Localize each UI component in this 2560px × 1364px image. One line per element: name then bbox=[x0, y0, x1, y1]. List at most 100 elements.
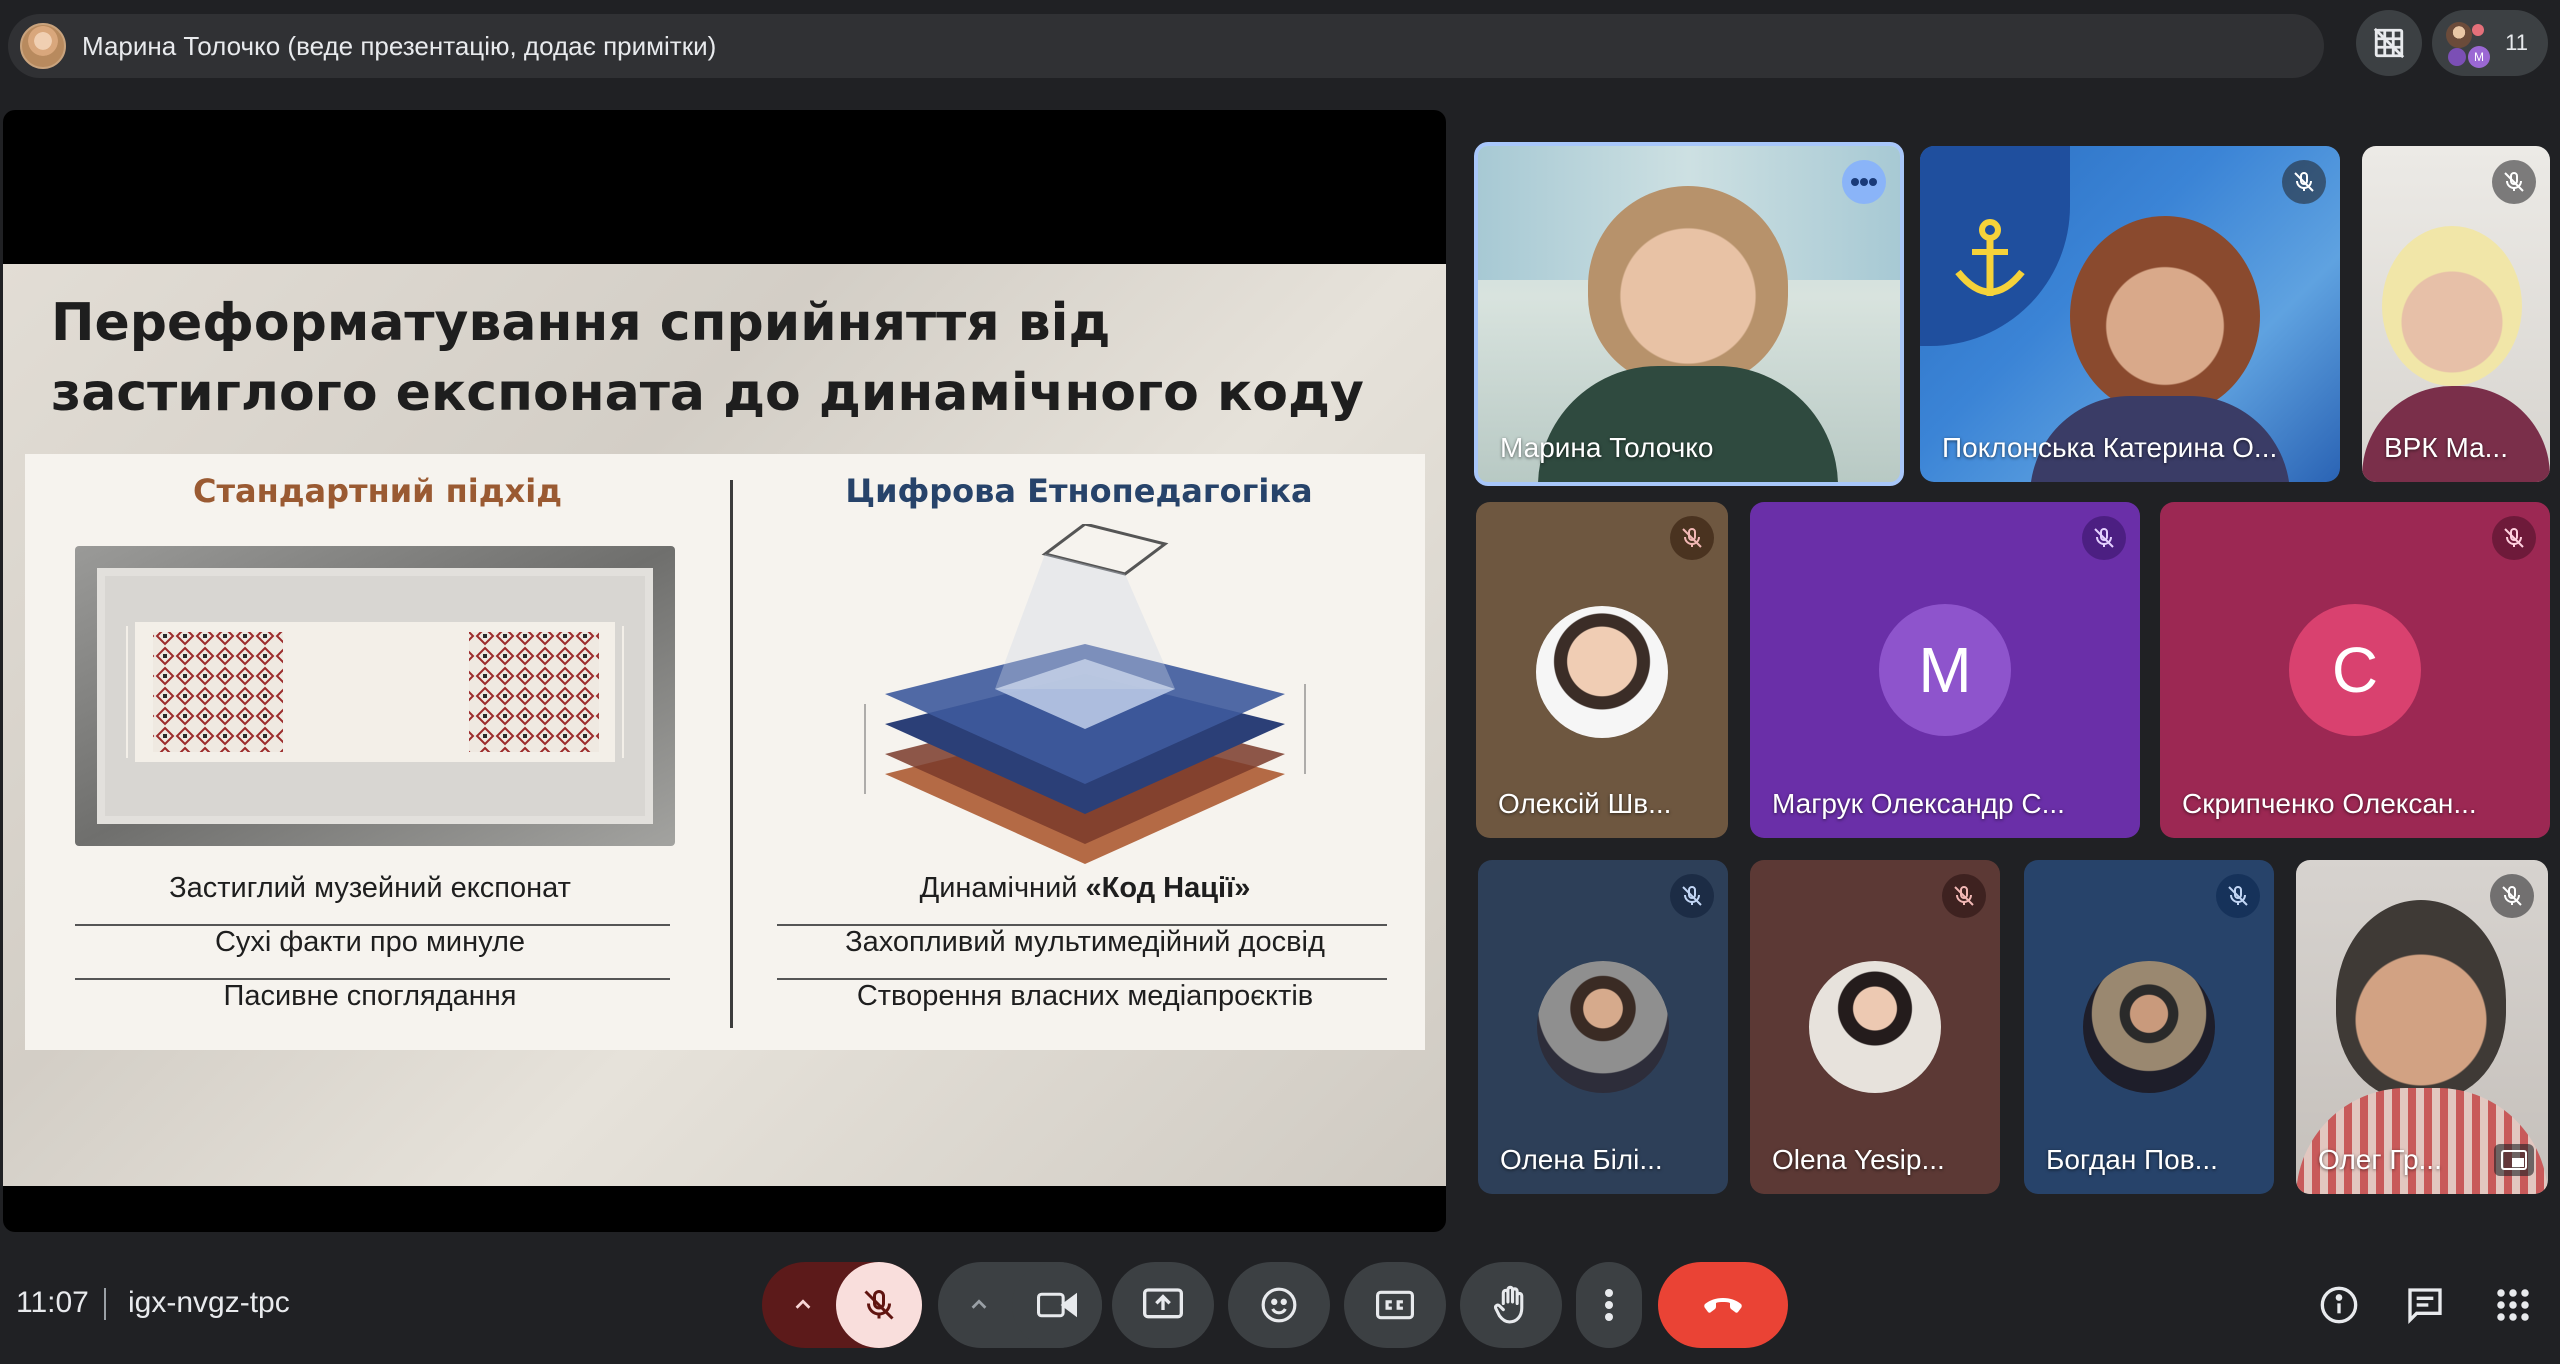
participant-avatar bbox=[1536, 606, 1668, 738]
comparison-panel: Стандартний підхід Цифрова Етнопедагогік… bbox=[25, 454, 1425, 1050]
left-column-heading: Стандартний підхід bbox=[192, 472, 563, 510]
column-divider bbox=[730, 480, 733, 1028]
emoji-icon bbox=[1261, 1287, 1297, 1323]
participant-video bbox=[1588, 186, 1788, 386]
captions-button[interactable] bbox=[1344, 1262, 1446, 1348]
participant-tile[interactable]: Олег Гр... bbox=[2296, 860, 2548, 1194]
mic-off-icon bbox=[1682, 886, 1702, 906]
mic-off-icon bbox=[864, 1290, 894, 1320]
bottom-separator bbox=[104, 1288, 106, 1320]
participant-tile[interactable]: ВРК Ма... bbox=[2362, 146, 2550, 482]
meeting-clock: 11:07 bbox=[16, 1286, 89, 1319]
participant-avatar bbox=[2083, 961, 2215, 1093]
right-row-1: Динамічний «Код Нації» bbox=[755, 872, 1415, 905]
presentation-slide: Переформатування сприйняття від застигло… bbox=[3, 264, 1446, 1186]
pip-button[interactable] bbox=[2494, 1144, 2534, 1176]
participant-tile[interactable]: Марина Толочко bbox=[1474, 142, 1904, 486]
mic-off-indicator bbox=[2282, 160, 2326, 204]
mic-off-icon bbox=[1682, 528, 1702, 548]
participant-name: Поклонська Катерина О... bbox=[1942, 432, 2278, 463]
mic-off-indicator bbox=[2492, 160, 2536, 204]
closed-captions-icon bbox=[1376, 1290, 1414, 1320]
participant-mini-avatar bbox=[2448, 48, 2466, 66]
right-column-heading: Цифрова Етнопедагогіка bbox=[845, 472, 1313, 510]
college-logo bbox=[1920, 146, 2070, 346]
mic-off-indicator bbox=[2492, 516, 2536, 560]
left-row-2: Сухі факти про минуле bbox=[214, 926, 526, 958]
participant-tile[interactable]: Олена Білі... bbox=[1478, 860, 1728, 1194]
mic-off-icon bbox=[2294, 172, 2314, 192]
mic-off-icon bbox=[1954, 886, 1974, 906]
right-row-3: Створення власних медіапроєктів bbox=[856, 980, 1314, 1012]
chevron-up-icon bbox=[795, 1299, 811, 1309]
participant-video bbox=[2070, 216, 2260, 416]
layout-toggle-button[interactable] bbox=[2356, 10, 2422, 76]
microphone-toggle-button[interactable] bbox=[836, 1262, 922, 1348]
mic-off-indicator bbox=[2082, 516, 2126, 560]
participant-tile[interactable]: Поклонська Катерина О... bbox=[1920, 146, 2340, 482]
mic-off-indicator bbox=[1942, 874, 1986, 918]
chat-icon bbox=[2408, 1288, 2442, 1325]
mic-off-icon bbox=[2504, 172, 2524, 192]
chevron-up-icon bbox=[971, 1299, 987, 1309]
leave-call-button[interactable] bbox=[1658, 1262, 1788, 1348]
participant-name: Богдан Пов... bbox=[2046, 1144, 2218, 1175]
presenter-avatar bbox=[20, 23, 66, 69]
participant-avatar bbox=[1537, 961, 1669, 1093]
raise-hand-button[interactable] bbox=[1460, 1262, 1562, 1348]
mic-off-icon bbox=[2094, 528, 2114, 548]
more-options-button[interactable] bbox=[1576, 1262, 1642, 1348]
picture-in-picture-icon bbox=[2501, 1150, 2527, 1170]
audio-level-icon bbox=[1851, 178, 1877, 186]
video-camera-icon bbox=[1037, 1292, 1077, 1318]
participant-initial-avatar: M bbox=[1879, 604, 2011, 736]
mic-off-indicator bbox=[2490, 874, 2534, 918]
mic-off-icon bbox=[2228, 886, 2248, 906]
participant-name: Магрук Олександр С... bbox=[1772, 788, 2065, 819]
participant-video bbox=[2382, 226, 2522, 386]
participant-mini-avatar bbox=[2446, 22, 2472, 48]
present-screen-button[interactable] bbox=[1112, 1262, 1214, 1348]
chat-button[interactable] bbox=[2400, 1280, 2450, 1330]
grid-off-icon bbox=[2373, 27, 2405, 59]
participant-tile[interactable]: Олексій Шв... bbox=[1476, 502, 1728, 838]
presenter-banner: Марина Толочко (веде презентацію, додає … bbox=[8, 14, 2324, 78]
presentation-stage: Переформатування сприйняття від застигло… bbox=[3, 110, 1446, 1232]
activities-button[interactable] bbox=[2488, 1280, 2538, 1330]
participant-name: Марина Толочко bbox=[1500, 432, 1714, 463]
layered-code-illustration bbox=[864, 524, 1306, 864]
mic-off-indicator bbox=[1670, 516, 1714, 560]
right-row-2: Захопливий мультимедійний досвід bbox=[845, 926, 1325, 958]
participant-video-body bbox=[1538, 366, 1838, 482]
participant-tile[interactable]: Богдан Пов... bbox=[2024, 860, 2274, 1194]
info-icon bbox=[2320, 1286, 2358, 1324]
hang-up-icon bbox=[1704, 1298, 1742, 1313]
participant-video bbox=[2336, 900, 2506, 1100]
right-row-1-bold: «Код Нації» bbox=[1085, 872, 1251, 904]
raise-hand-icon bbox=[1494, 1285, 1524, 1324]
present-screen-icon bbox=[1143, 1288, 1183, 1319]
participant-name: Скрипченко Олексан... bbox=[2182, 788, 2477, 819]
left-row-1: Застиглий музейний експонат bbox=[169, 872, 571, 904]
mic-off-icon bbox=[2504, 528, 2524, 548]
slide-title: Переформатування сприйняття від застигло… bbox=[51, 293, 1364, 423]
participant-tile[interactable]: Olena Yesip... bbox=[1750, 860, 2000, 1194]
participant-avatar bbox=[1809, 961, 1941, 1093]
apps-grid-icon bbox=[2497, 1289, 2529, 1321]
participant-name: Olena Yesip... bbox=[1772, 1144, 1945, 1175]
participant-name: Олег Гр... bbox=[2318, 1144, 2442, 1175]
participant-name: Олексій Шв... bbox=[1498, 788, 1672, 819]
meeting-details-button[interactable] bbox=[2314, 1280, 2364, 1330]
participant-tile[interactable]: C Скрипченко Олексан... bbox=[2160, 502, 2550, 838]
participant-mini-avatar bbox=[2472, 24, 2484, 36]
reactions-button[interactable] bbox=[1228, 1262, 1330, 1348]
participant-mini-avatar: M bbox=[2468, 46, 2490, 68]
camera-toggle-button[interactable] bbox=[1012, 1262, 1102, 1348]
participant-name: Олена Білі... bbox=[1500, 1144, 1663, 1175]
mic-off-indicator bbox=[1670, 874, 1714, 918]
participant-tile[interactable]: M Магрук Олександр С... bbox=[1750, 502, 2140, 838]
participant-initial-avatar: C bbox=[2289, 604, 2421, 736]
participants-button[interactable]: M 11 bbox=[2432, 10, 2548, 76]
participant-count: 11 bbox=[2505, 30, 2528, 55]
mic-off-icon bbox=[2502, 886, 2522, 906]
